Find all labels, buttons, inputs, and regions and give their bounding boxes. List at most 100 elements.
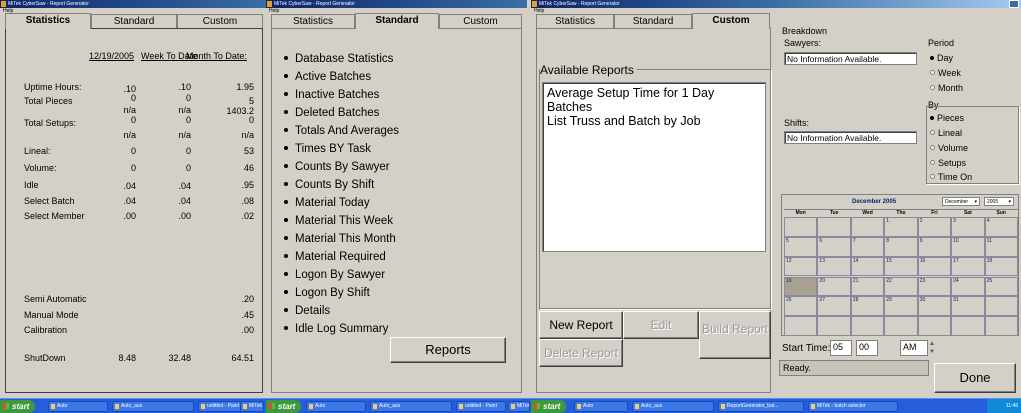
calendar-day-cell[interactable]: 28 (850, 296, 885, 317)
start-button[interactable]: start (531, 400, 567, 413)
report-list-item[interactable]: Average Setup Time for 1 Day (547, 86, 761, 100)
report-option[interactable]: Times BY Task (284, 143, 371, 155)
hour-field[interactable]: 05 (830, 340, 852, 356)
calendar-day-cell[interactable]: 27 (817, 296, 851, 317)
calendar-day-cell[interactable]: 4 (984, 217, 1018, 237)
calendar-day-cell[interactable] (817, 217, 851, 237)
taskbar-item[interactable]: Auto (48, 401, 108, 412)
calendar-day-cell[interactable] (917, 316, 952, 336)
tab-statistics[interactable]: Statistics (271, 14, 355, 28)
calendar-day-cell[interactable]: 13 (817, 256, 851, 277)
calendar-day-cell[interactable]: 31 (951, 296, 985, 317)
calendar-day-cell[interactable] (817, 316, 851, 336)
calendar-day-cell[interactable]: 22 (884, 276, 918, 297)
tab-statistics[interactable]: Statistics (536, 14, 614, 28)
by-radio-setups[interactable]: Setups (930, 158, 966, 168)
calendar-day-cell[interactable] (984, 296, 1018, 317)
period-radio-day[interactable]: Day (930, 53, 953, 63)
calendar-day-cell[interactable]: 16 (917, 256, 952, 277)
taskbar-item[interactable]: Auto_aux (370, 401, 452, 412)
calendar-day-cell[interactable]: 2 (917, 217, 952, 237)
minute-field[interactable]: 00 (856, 340, 878, 356)
ampm-field[interactable]: AM (900, 340, 928, 356)
calendar-day-cell[interactable]: 9 (917, 236, 952, 257)
calendar-day-cell[interactable]: 5 (784, 236, 818, 257)
calendar-day-cell[interactable] (784, 217, 818, 237)
new-report-button[interactable]: New Report (539, 311, 623, 339)
taskbar-item[interactable]: ReportGenerator_bat... (718, 401, 804, 412)
window-titlebar[interactable] (776, 0, 1021, 8)
calendar-day-cell[interactable]: 14 (850, 256, 885, 277)
window-titlebar[interactable]: MiTek CyberSaw - Report Generator (0, 0, 268, 8)
shifts-field[interactable]: No Information Available. (784, 131, 917, 144)
report-option[interactable]: Counts By Shift (284, 179, 374, 191)
report-option[interactable]: Material This Month (284, 233, 396, 245)
calendar-day-cell[interactable] (984, 316, 1018, 336)
delete-report-button[interactable]: Delete Report (539, 339, 623, 367)
taskbar-item[interactable]: Auto (574, 401, 628, 412)
calendar-day-cell[interactable]: 21 (850, 276, 885, 297)
calendar-day-cell[interactable]: 26 (784, 296, 818, 317)
window-titlebar[interactable]: MiTek CyberSaw - Report Generator (266, 0, 527, 8)
calendar-day-cell[interactable]: 20 (817, 276, 851, 297)
spin-updown-icon[interactable]: ▲ ▼ (929, 340, 935, 356)
calendar-day-cell[interactable] (850, 316, 885, 336)
report-option[interactable]: Material Required (284, 251, 386, 263)
calendar-day-cell[interactable]: 30 (917, 296, 952, 317)
tab-statistics[interactable]: Statistics (5, 13, 91, 29)
report-option[interactable]: Material Today (284, 197, 370, 209)
taskbar-item[interactable]: Auto_aux (632, 401, 714, 412)
report-option[interactable]: Totals And Averages (284, 125, 399, 137)
report-option[interactable]: Deleted Batches (284, 107, 379, 119)
report-option[interactable]: Material This Week (284, 215, 393, 227)
report-option[interactable]: Counts By Sawyer (284, 161, 390, 173)
report-option[interactable]: Details (284, 305, 330, 317)
by-radio-pieces[interactable]: Pieces (930, 113, 964, 123)
calendar-day-cell[interactable]: 17 (951, 256, 985, 277)
tab-custom[interactable]: Custom (177, 14, 263, 28)
reports-button[interactable]: Reports (390, 337, 506, 363)
done-button[interactable]: Done (934, 363, 1016, 393)
tab-standard[interactable]: Standard (614, 14, 692, 28)
taskbar-item[interactable]: Auto (306, 401, 366, 412)
calendar-day-cell[interactable]: 10 (951, 236, 985, 257)
tab-custom[interactable]: Custom (692, 13, 770, 29)
build-report-button[interactable]: Build Report (699, 311, 771, 359)
calendar-day-cell[interactable]: 3 (951, 217, 985, 237)
calendar-day-cell[interactable]: 1 (884, 217, 918, 237)
tab-standard[interactable]: Standard (91, 14, 177, 28)
tab-custom[interactable]: Custom (439, 14, 522, 28)
report-list-item[interactable]: List Truss and Batch by Job (547, 114, 761, 128)
calendar-day-cell[interactable]: 19 (784, 276, 818, 297)
calendar-day-cell[interactable]: 7 (850, 236, 885, 257)
tab-standard[interactable]: Standard (355, 13, 439, 29)
report-option[interactable]: Database Statistics (284, 53, 393, 65)
calendar-day-cell[interactable] (850, 217, 885, 237)
calendar-day-cell[interactable] (951, 316, 985, 336)
year-select[interactable]: 2005 ▾ (984, 197, 1014, 206)
taskbar-item[interactable]: MiTek (240, 401, 264, 412)
start-button[interactable]: start (0, 400, 36, 413)
period-radio-month[interactable]: Month (930, 83, 963, 93)
report-option[interactable]: Logon By Sawyer (284, 269, 385, 281)
calendar-day-cell[interactable]: 6 (817, 236, 851, 257)
month-select[interactable]: December ▾ (942, 197, 980, 206)
window-titlebar[interactable]: MiTek CyberSaw - Report Generator (531, 0, 776, 8)
report-option[interactable]: Logon By Shift (284, 287, 370, 299)
calendar-day-cell[interactable]: 12 (784, 256, 818, 277)
calendar-day-cell[interactable]: 11 (984, 236, 1018, 257)
calendar-day-cell[interactable]: 15 (884, 256, 918, 277)
calendar-day-cell[interactable] (784, 316, 818, 336)
taskbar-item[interactable]: untitled - Paint (456, 401, 506, 412)
calendar-day-cell[interactable]: 24 (951, 276, 985, 297)
calendar-day-cell[interactable]: 23 (917, 276, 952, 297)
available-reports-list[interactable]: Average Setup Time for 1 Day Batches Lis… (542, 82, 766, 252)
report-option[interactable]: Inactive Batches (284, 89, 379, 101)
period-radio-week[interactable]: Week (930, 68, 961, 78)
start-button[interactable]: start (266, 400, 302, 413)
edit-button[interactable]: Edit (623, 311, 699, 339)
taskbar-item[interactable]: Auto_aux (112, 401, 194, 412)
calendar-day-cell[interactable]: 8 (884, 236, 918, 257)
by-radio-lineal[interactable]: Lineal (930, 128, 962, 138)
calendar-day-cell[interactable] (884, 316, 918, 336)
